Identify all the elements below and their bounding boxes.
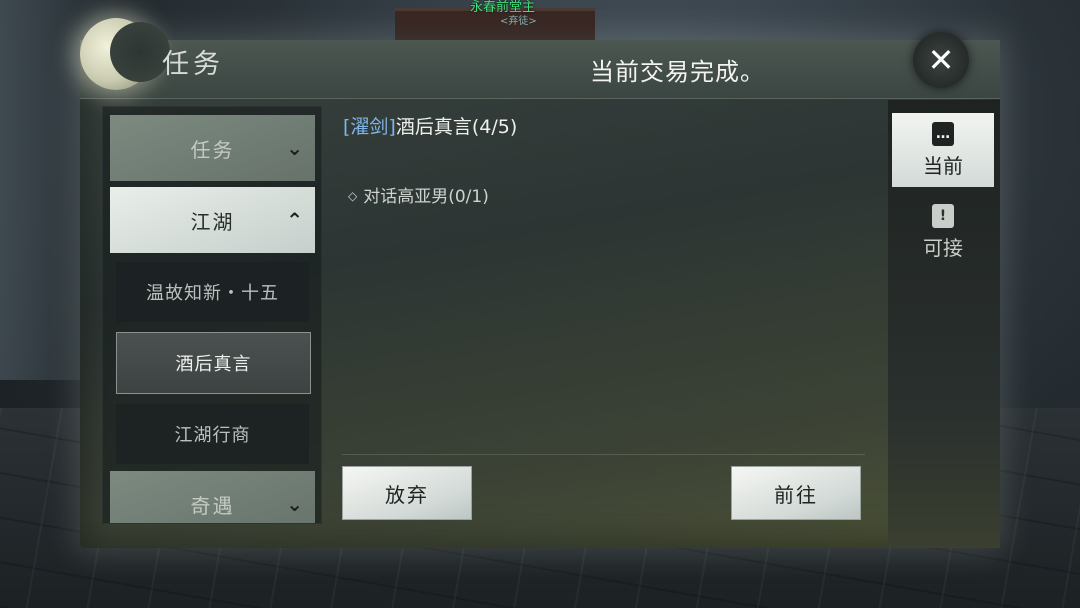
quest-item-jianghu-xingshang[interactable]: 江湖行商 xyxy=(116,404,309,464)
category-label: 奇遇 xyxy=(190,493,235,518)
quest-panel: 任务 当前交易完成。 ✕ 任务 ⌄ 江湖 ⌃ 温故知新・十五 酒后真言 江湖行商… xyxy=(80,18,1000,548)
tab-label: 可接 xyxy=(923,235,963,260)
quest-objective: ◇ 对话高亚男(0/1) xyxy=(348,182,489,207)
category-label: 江湖 xyxy=(190,209,235,234)
close-button[interactable]: ✕ xyxy=(913,32,969,88)
quest-category-list[interactable]: 任务 ⌄ 江湖 ⌃ 温故知新・十五 酒后真言 江湖行商 奇遇 ⌄ xyxy=(102,106,322,524)
abandon-button[interactable]: 放弃 xyxy=(342,466,472,520)
quest-tabs: … 当前 ! 可接 xyxy=(888,100,1000,548)
action-divider xyxy=(342,454,865,455)
objective-label: 对话高亚男(0/1) xyxy=(363,187,489,207)
chevron-down-icon: ⌄ xyxy=(286,136,305,160)
moon-emblem-icon xyxy=(80,18,170,90)
chevron-up-icon: ⌃ xyxy=(286,208,305,232)
goto-button[interactable]: 前往 xyxy=(731,466,861,520)
quest-item-label: 温故知新・十五 xyxy=(146,283,279,304)
npc-subtitle: <弃徒> xyxy=(500,16,537,27)
quest-title: [濯剑]酒后真言(4/5) xyxy=(343,112,517,139)
tab-current[interactable]: … 当前 xyxy=(892,113,994,187)
chevron-down-icon: ⌄ xyxy=(286,492,305,516)
chat-scroll-icon: … xyxy=(932,121,954,146)
quest-item-wengu[interactable]: 温故知新・十五 xyxy=(116,262,309,322)
quest-item-label: 酒后真言 xyxy=(175,354,252,375)
quest-type-tag: [濯剑] xyxy=(343,116,396,138)
close-icon: ✕ xyxy=(927,41,955,79)
quest-item-jiuhou[interactable]: 酒后真言 xyxy=(116,332,311,394)
category-label: 任务 xyxy=(190,137,235,162)
panel-title: 任务 xyxy=(162,49,224,80)
category-task[interactable]: 任务 ⌄ xyxy=(110,115,315,181)
category-jianghu[interactable]: 江湖 ⌃ xyxy=(110,187,315,253)
category-qiyu[interactable]: 奇遇 ⌄ xyxy=(110,471,315,523)
diamond-bullet-icon: ◇ xyxy=(348,189,358,203)
quest-item-label: 江湖行商 xyxy=(174,425,251,446)
trade-notice: 当前交易完成。 xyxy=(590,58,765,86)
tab-label: 当前 xyxy=(923,153,963,178)
exclamation-scroll-icon: ! xyxy=(932,203,954,228)
tab-available[interactable]: ! 可接 xyxy=(892,195,994,269)
quest-name: 酒后真言(4/5) xyxy=(395,116,518,138)
